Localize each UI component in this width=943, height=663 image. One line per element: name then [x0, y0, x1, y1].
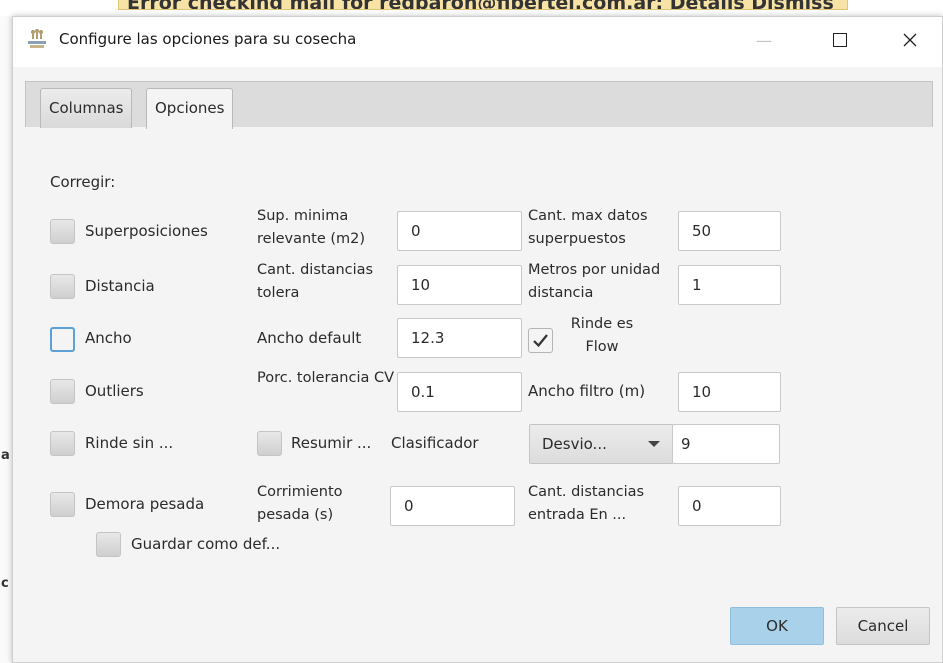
- cant-distancias-tolera-input[interactable]: 10: [397, 265, 522, 305]
- demora-pesada-label: Demora pesada: [85, 495, 205, 513]
- tab-columnas[interactable]: Columnas: [40, 88, 133, 128]
- rinde-flow-label: Rinde es Flow: [570, 316, 634, 355]
- sup-minima-input[interactable]: 0: [397, 211, 522, 251]
- window-title: Configure las opciones para su cosecha: [59, 30, 357, 48]
- rinde-flow-checkbox[interactable]: [528, 328, 553, 353]
- sup-minima-label: Sup. minima relevante (m2): [257, 208, 366, 247]
- title-bar: Configure las opciones para su cosecha —: [13, 17, 942, 67]
- wheat-icon: [27, 28, 47, 50]
- background-glyph: c: [1, 576, 9, 591]
- background-glyph: a: [1, 448, 10, 463]
- cant-distancias-entrada-label: Cant. distancias entrada En ...: [528, 484, 645, 523]
- rinde-sin-label: Rinde sin ...: [85, 434, 174, 452]
- demora-pesada-checkbox[interactable]: [50, 492, 75, 517]
- distancia-checkbox[interactable]: [50, 274, 75, 299]
- clasificador-label: Clasificador: [391, 434, 479, 452]
- tab-opciones[interactable]: Opciones: [146, 88, 234, 129]
- ancho-default-label: Ancho default: [257, 329, 362, 347]
- cant-distancias-tolera-label: Cant. distancias tolera: [257, 262, 374, 301]
- ancho-label: Ancho: [85, 329, 132, 347]
- clasificador-value-input[interactable]: 9: [672, 424, 780, 464]
- corrimiento-pesada-label: Corrimiento pesada (s): [257, 484, 343, 523]
- maximize-icon: [833, 33, 847, 47]
- section-label: Corregir:: [50, 173, 116, 191]
- close-button[interactable]: [895, 27, 925, 53]
- outliers-label: Outliers: [85, 382, 144, 400]
- cancel-button[interactable]: Cancel: [836, 607, 930, 645]
- dialog-window: Configure las opciones para su cosecha —…: [12, 16, 943, 663]
- tab-bar: Columnas Opciones: [25, 81, 933, 129]
- cant-max-datos-input[interactable]: 50: [678, 211, 781, 251]
- ancho-checkbox[interactable]: [50, 327, 75, 352]
- superposiciones-checkbox[interactable]: [50, 219, 75, 244]
- clasificador-select[interactable]: Desvio...: [529, 424, 673, 464]
- metros-por-unidad-input[interactable]: 1: [678, 265, 781, 305]
- minimize-button[interactable]: —: [749, 27, 779, 53]
- resumir-label: Resumir ...: [291, 434, 372, 452]
- background-left-strip: a c: [0, 16, 12, 663]
- porc-tolerancia-input[interactable]: 0.1: [397, 372, 522, 412]
- close-icon: [903, 33, 917, 47]
- maximize-button[interactable]: [825, 27, 855, 53]
- guardar-default-label: Guardar como def...: [131, 535, 281, 553]
- ancho-default-input[interactable]: 12.3: [397, 318, 522, 358]
- superposiciones-label: Superposiciones: [85, 222, 208, 240]
- porc-tolerancia-label: Porc. tolerancia CV: [257, 370, 395, 386]
- ancho-filtro-input[interactable]: 10: [678, 372, 781, 412]
- cant-distancias-entrada-input[interactable]: 0: [678, 486, 781, 526]
- checkmark-icon: [533, 334, 548, 348]
- clasificador-selected-value: Desvio...: [542, 435, 607, 453]
- rinde-sin-checkbox[interactable]: [50, 431, 75, 456]
- guardar-default-checkbox[interactable]: [96, 532, 121, 557]
- metros-por-unidad-label: Metros por unidad distancia: [528, 262, 661, 301]
- background-app: Error checking mail for redbaron@fiberte…: [0, 0, 943, 16]
- outliers-checkbox[interactable]: [50, 379, 75, 404]
- ok-button[interactable]: OK: [730, 607, 824, 645]
- cant-max-datos-label: Cant. max datos superpuestos: [528, 208, 648, 247]
- corrimiento-pesada-input[interactable]: 0: [390, 486, 515, 526]
- distancia-label: Distancia: [85, 277, 155, 295]
- notification-banner: Error checking mail for redbaron@fiberte…: [118, 0, 848, 10]
- ancho-filtro-label: Ancho filtro (m): [528, 382, 646, 400]
- chevron-down-icon: [648, 441, 660, 447]
- resumir-checkbox[interactable]: [257, 431, 282, 456]
